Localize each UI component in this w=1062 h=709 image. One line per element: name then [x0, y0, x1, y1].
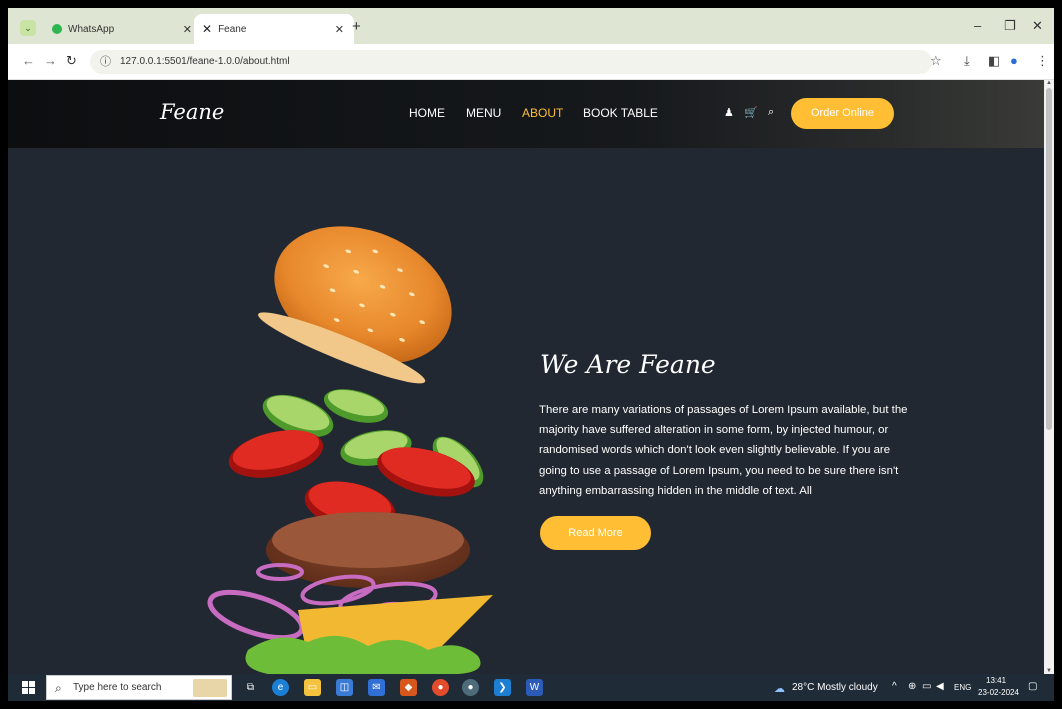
- clock-date[interactable]: 23-02-2024: [978, 688, 1019, 697]
- order-online-button[interactable]: Order Online: [791, 98, 894, 129]
- about-text: There are many variations of passages of…: [539, 404, 908, 497]
- url-input[interactable]: ⓘ 127.0.0.1:5501/feane-1.0.0/about.html: [90, 50, 932, 74]
- about-title: We Are Feane: [540, 350, 716, 379]
- edge-icon[interactable]: e: [272, 679, 289, 696]
- close-tab-icon[interactable]: ✕: [183, 23, 192, 36]
- back-icon[interactable]: ←: [22, 53, 35, 68]
- scroll-up-icon[interactable]: ▲: [1046, 80, 1052, 86]
- display-icon[interactable]: ▭: [922, 681, 931, 692]
- language-indicator[interactable]: ENG: [954, 683, 971, 692]
- bookmark-star-icon[interactable]: ☆: [930, 53, 942, 69]
- mail-icon[interactable]: ✉: [368, 679, 385, 696]
- network-icon[interactable]: ⊕: [908, 681, 916, 692]
- tab-title: Feane: [218, 23, 247, 35]
- taskbar-search-input[interactable]: ⌕ Type here to search: [46, 675, 232, 700]
- forward-icon[interactable]: →: [44, 53, 57, 68]
- nav-about[interactable]: ABOUT: [522, 106, 563, 120]
- website-viewport: Feane HOME MENU ABOUT BOOK TABLE ♟ 🛒 ⌕ O…: [8, 80, 1044, 674]
- download-icon[interactable]: ⤓: [964, 53, 970, 69]
- chrome-icon[interactable]: ●: [432, 679, 449, 696]
- word-icon[interactable]: W: [526, 679, 543, 696]
- browser-window: ⌄ WhatsApp ✕ ✕ Feane ✕ + – ❐ ✕ ← → ↻ ⓘ 1…: [8, 8, 1054, 701]
- address-bar: ← → ↻ ⓘ 127.0.0.1:5501/feane-1.0.0/about…: [8, 44, 1054, 80]
- tab-feane[interactable]: ✕ Feane ✕: [194, 14, 354, 44]
- site-header: Feane HOME MENU ABOUT BOOK TABLE ♟ 🛒 ⌕ O…: [8, 80, 1044, 148]
- tab-strip: ⌄ WhatsApp ✕ ✕ Feane ✕ + – ❐ ✕: [8, 8, 1054, 44]
- site-info-icon[interactable]: ⓘ: [100, 50, 111, 74]
- feane-favicon-icon: ✕: [202, 22, 213, 36]
- more-menu-icon[interactable]: ⋮: [1036, 53, 1049, 69]
- site-logo[interactable]: Feane: [160, 100, 224, 124]
- nav-book-table[interactable]: BOOK TABLE: [583, 106, 658, 120]
- search-highlight-icon: [193, 679, 227, 697]
- url-text: 127.0.0.1:5501/feane-1.0.0/about.html: [120, 56, 290, 67]
- search-icon[interactable]: ⌕: [768, 106, 774, 119]
- new-tab-button[interactable]: +: [352, 18, 361, 35]
- notifications-icon[interactable]: ▢: [1028, 681, 1037, 692]
- nav-menu[interactable]: MENU: [466, 106, 501, 120]
- clock-time[interactable]: 13:41: [986, 676, 1006, 685]
- nav-home[interactable]: HOME: [409, 106, 445, 120]
- restore-icon[interactable]: ❐: [1004, 18, 1016, 34]
- windows-start-icon[interactable]: [22, 681, 35, 694]
- scrollbar-thumb[interactable]: [1046, 88, 1052, 430]
- reload-icon[interactable]: ↻: [66, 53, 77, 69]
- page-scrollbar[interactable]: ▲ ▼: [1044, 80, 1054, 674]
- chrome-active-icon[interactable]: ●: [462, 679, 479, 696]
- user-icon[interactable]: ♟: [724, 106, 734, 119]
- weather-icon: ☁: [774, 683, 785, 695]
- tab-whatsapp[interactable]: WhatsApp ✕: [44, 14, 202, 44]
- search-icon: ⌕: [55, 681, 62, 695]
- windows-taskbar: ⌕ Type here to search ⧉ e ▭ ◫ ✉ ◆ ● ● ❯ …: [8, 674, 1054, 701]
- whatsapp-icon: [52, 24, 62, 34]
- read-more-button[interactable]: Read More: [540, 516, 651, 550]
- burger-image: [207, 226, 493, 674]
- tab-search-icon[interactable]: ⌄: [20, 20, 36, 36]
- office-icon[interactable]: ◆: [400, 679, 417, 696]
- taskbar-search-placeholder: Type here to search: [73, 682, 162, 693]
- show-hidden-icons[interactable]: ^: [892, 681, 897, 692]
- store-icon[interactable]: ◫: [336, 679, 353, 696]
- close-tab-icon[interactable]: ✕: [335, 23, 344, 36]
- volume-icon[interactable]: ◀: [936, 681, 944, 692]
- profile-icon[interactable]: ●: [1010, 53, 1018, 68]
- minimize-icon[interactable]: –: [974, 18, 981, 33]
- task-view-icon[interactable]: ⧉: [242, 679, 259, 696]
- close-window-icon[interactable]: ✕: [1032, 18, 1043, 34]
- tab-title: WhatsApp: [68, 23, 115, 35]
- vscode-icon[interactable]: ❯: [494, 679, 511, 696]
- file-explorer-icon[interactable]: ▭: [304, 679, 321, 696]
- side-panel-icon[interactable]: ◧: [988, 53, 1000, 69]
- cart-icon[interactable]: 🛒: [744, 106, 758, 119]
- weather-text[interactable]: 28°C Mostly cloudy: [792, 682, 878, 693]
